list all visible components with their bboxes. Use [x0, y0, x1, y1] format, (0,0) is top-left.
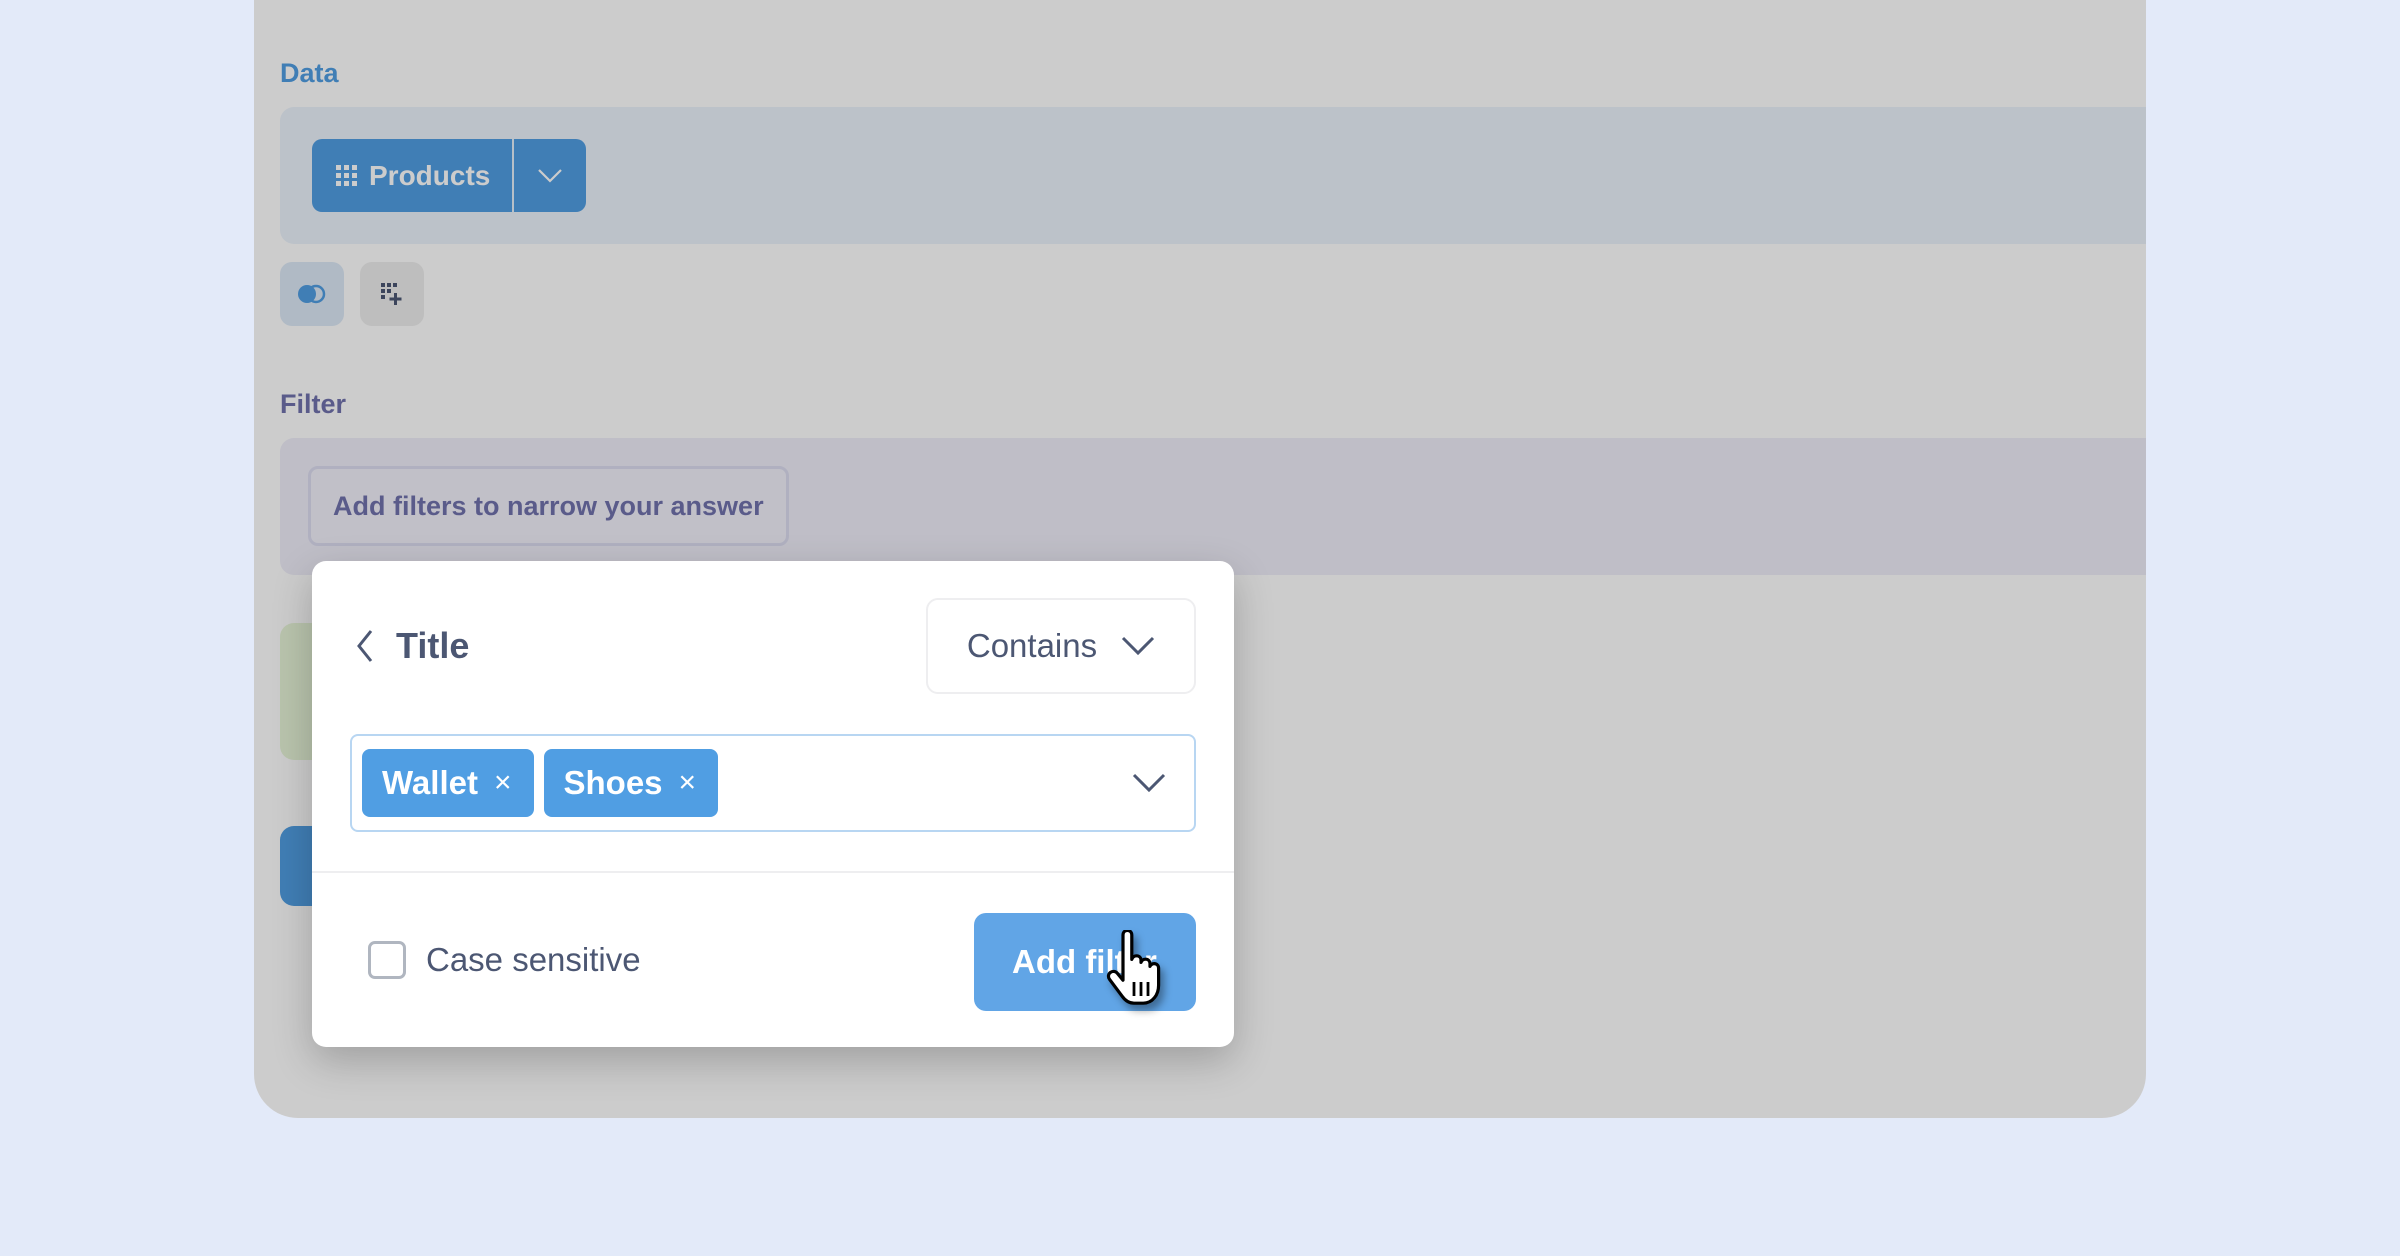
add-filters-button[interactable]: Add filters to narrow your answer	[308, 466, 789, 546]
step-actions	[280, 262, 424, 326]
filter-values-input[interactable]: Wallet × Shoes ×	[350, 734, 1196, 832]
popover-header: Title Contains	[312, 561, 1234, 736]
filter-section-label: Filter	[280, 389, 347, 419]
case-sensitive-option[interactable]: Case sensitive	[368, 941, 641, 979]
value-tag: Wallet ×	[362, 749, 534, 817]
add-column-icon	[381, 283, 402, 305]
filter-step-panel: Add filters to narrow your answer	[280, 438, 2146, 575]
join-data-button[interactable]	[280, 262, 344, 326]
column-title: Title	[396, 625, 470, 666]
table-picker-button[interactable]: Products	[312, 139, 515, 212]
value-tag: Shoes ×	[543, 749, 719, 817]
close-icon[interactable]: ×	[679, 768, 697, 798]
popover-divider	[312, 871, 1234, 873]
join-icon	[298, 284, 326, 304]
chevron-down-icon	[1122, 636, 1155, 656]
data-section-label: Data	[280, 58, 339, 88]
back-button[interactable]: Title	[356, 625, 469, 667]
operator-value: Contains	[966, 627, 1098, 664]
data-step-panel: Products	[280, 107, 2146, 244]
pointer-hand-cursor-icon	[1106, 930, 1161, 1005]
custom-column-button[interactable]	[360, 262, 424, 326]
table-grid-icon	[336, 165, 357, 186]
case-sensitive-label: Case sensitive	[426, 941, 641, 978]
value-tag-label: Shoes	[563, 764, 663, 801]
filter-popover: Title Contains Wallet × Shoes × Case sen…	[312, 561, 1234, 1047]
chevron-left-icon	[357, 630, 373, 662]
table-name: Products	[369, 159, 491, 191]
chevron-down-icon[interactable]	[1132, 773, 1166, 793]
chevron-down-icon	[538, 168, 563, 183]
case-sensitive-checkbox[interactable]	[368, 941, 406, 979]
value-tag-label: Wallet	[382, 764, 478, 801]
table-picker[interactable]: Products	[312, 139, 587, 212]
operator-select[interactable]: Contains	[926, 598, 1196, 694]
table-picker-dropdown[interactable]	[514, 139, 586, 212]
close-icon[interactable]: ×	[494, 768, 512, 798]
